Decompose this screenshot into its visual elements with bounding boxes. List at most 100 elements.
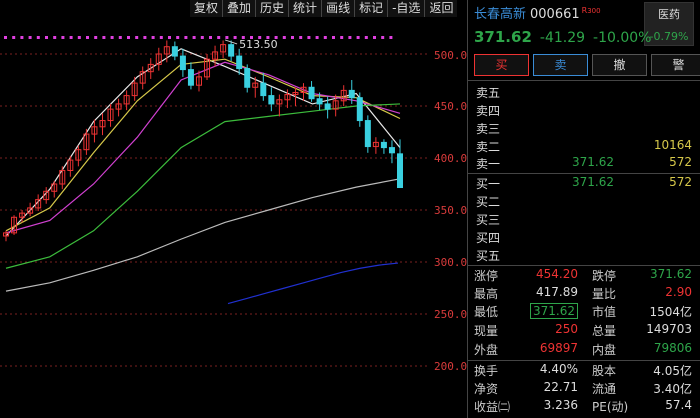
orderbook-label: 买五 xyxy=(476,249,501,263)
stat-label: 市值 xyxy=(592,305,617,319)
event-marker xyxy=(94,36,98,39)
divider xyxy=(468,360,700,361)
stat-label: 流通 xyxy=(592,382,617,396)
event-marker xyxy=(332,36,335,39)
orderbook-sell-1: 卖一 371.62 572 xyxy=(476,155,696,173)
candle-body xyxy=(187,69,194,86)
high-price-annotation: 513.50 xyxy=(239,38,278,51)
sell-button[interactable]: 卖 xyxy=(533,54,588,76)
orderbook-buy-2: 买二 xyxy=(476,193,696,211)
stat-value: 1504亿 xyxy=(649,305,692,319)
event-marker xyxy=(12,36,16,39)
stat-label: 最低 xyxy=(474,305,499,319)
event-marker xyxy=(45,36,48,39)
event-marker xyxy=(135,36,139,39)
quote-panel: 长春高新 000661 R300 医药 -0.79% 371.62 -41.29 -10… xyxy=(468,0,700,418)
stat-value: 371.62 xyxy=(650,267,692,281)
toolbar-overlay[interactable]: 叠加 xyxy=(222,0,256,17)
y-axis-label-250: 250.0 xyxy=(434,308,468,321)
stat-label: 外盘 xyxy=(474,343,499,357)
orderbook-buy-1: 买一 371.62 572 xyxy=(476,175,696,193)
stat-value: 149703 xyxy=(646,322,692,336)
event-marker xyxy=(118,36,122,39)
trade-buttons: 买 卖 撤 警 xyxy=(474,54,700,76)
kline-chart[interactable]: 513.50 xyxy=(0,0,430,418)
event-marker xyxy=(159,36,163,39)
stat-value: 3.40亿 xyxy=(653,382,692,396)
toolbar-history[interactable]: 历史 xyxy=(255,0,289,17)
orderbook-label: 卖二 xyxy=(476,140,501,154)
toolbar-back[interactable]: 返回 xyxy=(424,0,458,17)
candle-body xyxy=(356,97,363,122)
cancel-order-button[interactable]: 撤 xyxy=(592,54,647,76)
candle-body xyxy=(388,147,395,154)
orderbook-volume: 572 xyxy=(669,175,692,189)
stat-row: 涨停 454.20 跌停 371.62 xyxy=(474,267,696,285)
candle-body xyxy=(268,95,275,105)
toolbar-restore-rights[interactable]: 复权 xyxy=(190,0,223,17)
divider xyxy=(468,265,700,266)
event-marker xyxy=(184,36,188,39)
orderbook-volume: 10164 xyxy=(653,138,692,152)
event-marker xyxy=(389,36,393,39)
event-marker xyxy=(225,36,229,39)
event-marker xyxy=(53,36,57,39)
ma-line-green_ma60 xyxy=(5,103,401,269)
toolbar-draw-line[interactable]: 画线 xyxy=(321,0,355,17)
event-marker xyxy=(176,36,180,39)
orderbook-buy-3: 买三 xyxy=(476,211,696,229)
stock-code: 000661 xyxy=(530,7,580,22)
orderbook-label: 买一 xyxy=(476,177,501,191)
stat-label: 净资 xyxy=(474,382,499,396)
event-marker xyxy=(315,36,319,39)
stat-label: 量比 xyxy=(592,287,617,301)
stat-value: 57.4 xyxy=(665,398,692,412)
candle-body xyxy=(228,44,235,57)
price-bar: 371.62 -41.29 -10.00% xyxy=(474,28,659,46)
event-marker xyxy=(364,36,368,39)
orderbook-price: 371.62 xyxy=(572,155,614,169)
orderbook-volume: 572 xyxy=(669,155,692,169)
stock-name[interactable]: 长春高新 xyxy=(474,7,526,22)
stat-label: 跌停 xyxy=(592,269,617,283)
stat-row: 现量 250 总量 149703 xyxy=(474,322,696,340)
event-marker xyxy=(217,36,221,39)
toolbar-remove-favorite[interactable]: -自选 xyxy=(387,0,425,17)
event-marker xyxy=(348,36,352,39)
stat-label: 总量 xyxy=(592,324,617,338)
event-marker xyxy=(192,36,196,39)
orderbook-price: 371.62 xyxy=(572,175,614,189)
orderbook-label: 卖四 xyxy=(476,104,501,118)
orderbook-label: 卖一 xyxy=(476,157,501,171)
stat-row: 净资 22.71 流通 3.40亿 xyxy=(474,380,696,398)
event-marker xyxy=(28,36,32,39)
event-marker xyxy=(61,36,65,39)
event-marker xyxy=(102,36,106,39)
candle-body xyxy=(179,55,186,71)
stat-label: 内盘 xyxy=(592,343,617,357)
stat-row: 换手 4.40% 股本 4.05亿 xyxy=(474,362,696,380)
event-marker xyxy=(209,36,212,39)
stat-label: PE(动) xyxy=(592,400,629,414)
stat-value: 22.71 xyxy=(543,380,578,394)
candle-body xyxy=(348,89,355,99)
y-axis-label-500: 500.0 xyxy=(434,49,468,62)
stat-row: 收益㈡ 3.236 PE(动) 57.4 xyxy=(474,398,696,416)
y-axis-label-300: 300.0 xyxy=(434,256,468,269)
candle-body xyxy=(236,55,243,70)
stat-row: 最低 371.62 市值 1504亿 xyxy=(474,303,696,321)
stat-value: 454.20 xyxy=(536,267,578,281)
price-change: -41.29 xyxy=(539,30,586,46)
toolbar-mark[interactable]: 标记 xyxy=(354,0,388,17)
toolbar-stats[interactable]: 统计 xyxy=(288,0,322,17)
stat-value: 371.62 xyxy=(530,303,578,319)
candle-body xyxy=(308,86,315,100)
y-axis-label-450: 450.0 xyxy=(434,100,468,113)
alert-button[interactable]: 警 xyxy=(651,54,700,76)
event-marker xyxy=(69,36,73,39)
event-marker xyxy=(4,36,7,39)
buy-button[interactable]: 买 xyxy=(474,54,529,76)
orderbook-buy-4: 买四 xyxy=(476,229,696,247)
event-marker xyxy=(323,36,327,39)
stat-row: 外盘 69897 内盘 79806 xyxy=(474,341,696,359)
